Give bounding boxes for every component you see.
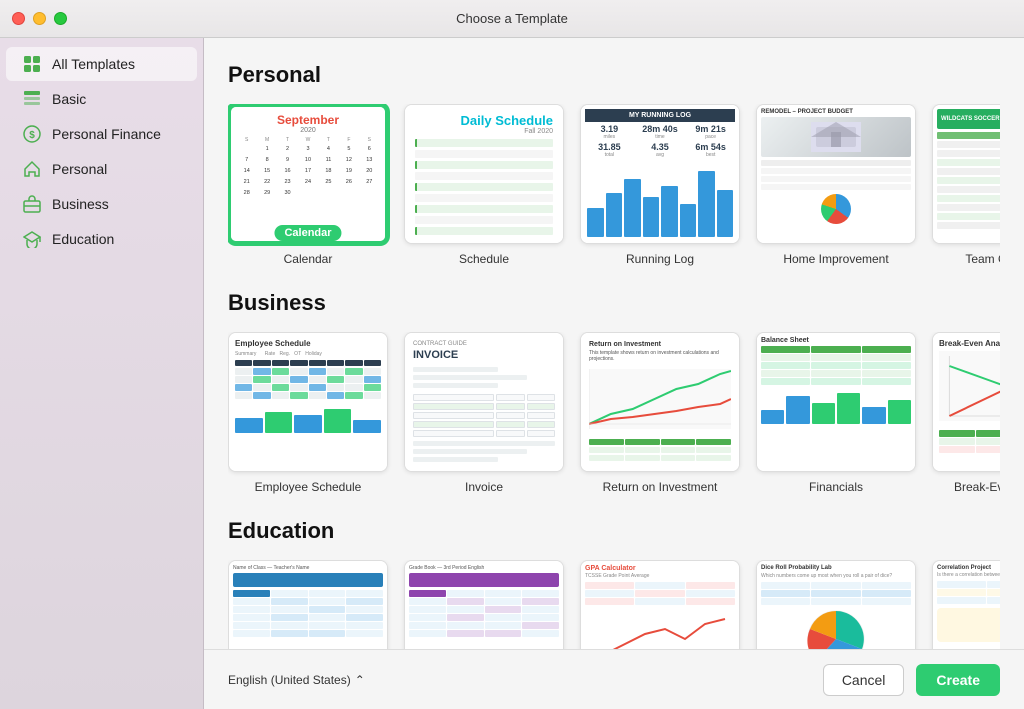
template-thumb-home-improvement[interactable]: REMODEL – PROJECT BUDGET <box>756 104 916 244</box>
schedule-preview-subtitle: Fall 2020 <box>409 128 559 135</box>
schedule-preview-title: Daily Schedule <box>409 109 559 128</box>
schedule-line <box>415 139 553 147</box>
template-thumb-calendar[interactable]: September 2020 S M T W T F S <box>228 104 388 244</box>
maximize-button[interactable] <box>54 12 67 25</box>
titlebar: Choose a Template <box>0 0 1024 38</box>
template-thumb-invoice[interactable]: CONTRACT GUIDE INVOICE <box>404 332 564 472</box>
template-home-improvement[interactable]: REMODEL – PROJECT BUDGET <box>756 104 916 266</box>
footer: English (United States) ⌃ Cancel Create <box>204 649 1024 709</box>
home-icon <box>22 159 42 179</box>
create-button[interactable]: Create <box>916 664 1000 696</box>
schedule-line-gray <box>415 194 553 202</box>
running-log-label: Running Log <box>626 252 694 266</box>
sidebar-label-all-templates: All Templates <box>52 56 135 72</box>
schedule-line-gray <box>415 150 553 158</box>
template-thumb-financials[interactable]: Balance Sheet <box>756 332 916 472</box>
home-image <box>761 117 911 157</box>
sidebar-label-business: Business <box>52 196 109 212</box>
template-thumb-employee-schedule[interactable]: Employee Schedule Summary Rate Reg. OT H… <box>228 332 388 472</box>
personal-section-title: Personal <box>228 62 1000 88</box>
calendar-label: Calendar <box>284 252 333 266</box>
schedule-line <box>415 161 553 169</box>
roi-label: Return on Investment <box>603 480 718 494</box>
break-even-label: Break-Even Analysi… <box>954 480 1000 494</box>
schedule-line-gray <box>415 172 553 180</box>
calendar-year: 2020 <box>237 127 379 134</box>
personal-section: Personal September 2020 S M T W <box>228 62 1000 266</box>
cancel-button[interactable]: Cancel <box>823 664 905 696</box>
business-section: Business Employee Schedule Summary Rate … <box>228 290 1000 494</box>
calendar-badge: Calendar <box>274 225 341 241</box>
home-pie-chart <box>821 194 851 224</box>
table-icon <box>22 89 42 109</box>
running-header: MY RUNNING LOG <box>585 109 735 122</box>
language-selector[interactable]: English (United States) ⌃ <box>228 673 365 687</box>
schedule-line-gray <box>415 216 553 224</box>
sidebar-item-all-templates[interactable]: All Templates <box>6 47 197 81</box>
graduation-icon <box>22 229 42 249</box>
template-calendar[interactable]: September 2020 S M T W T F S <box>228 104 388 266</box>
template-thumb-schedule[interactable]: Daily Schedule Fall 2020 <box>404 104 564 244</box>
sidebar-item-personal-finance[interactable]: $ Personal Finance <box>6 117 197 151</box>
invoice-preview-title: INVOICE <box>413 349 555 361</box>
template-employee-schedule[interactable]: Employee Schedule Summary Rate Reg. OT H… <box>228 332 388 494</box>
sidebar-label-basic: Basic <box>52 91 86 107</box>
template-financials[interactable]: Balance Sheet <box>756 332 916 494</box>
template-team-organizer[interactable]: WILDCATS SOCCER <box>932 104 1000 266</box>
template-running-log[interactable]: MY RUNNING LOG 3.19 miles 28m 40s time <box>580 104 740 266</box>
language-chevron-icon: ⌃ <box>355 673 365 687</box>
template-roi[interactable]: Return on Investment This template shows… <box>580 332 740 494</box>
calendar-month: September <box>237 113 379 127</box>
financials-label: Financials <box>809 480 863 494</box>
education-section-title: Education <box>228 518 1000 544</box>
window-title: Choose a Template <box>456 11 568 26</box>
sidebar-item-basic[interactable]: Basic <box>6 82 197 116</box>
team-organizer-label: Team Organiza… <box>965 252 1000 266</box>
sidebar-label-education: Education <box>52 231 114 247</box>
schedule-line <box>415 205 553 213</box>
content-area: Personal September 2020 S M T W <box>204 38 1024 709</box>
minimize-button[interactable] <box>33 12 46 25</box>
sidebar-label-personal-finance: Personal Finance <box>52 126 161 142</box>
business-templates-row: Employee Schedule Summary Rate Reg. OT H… <box>228 332 1000 494</box>
grid-icon <box>22 54 42 74</box>
svg-text:$: $ <box>29 130 35 141</box>
employee-schedule-label: Employee Schedule <box>255 480 362 494</box>
template-invoice[interactable]: CONTRACT GUIDE INVOICE <box>404 332 564 494</box>
sidebar: All Templates Basic $ Personal Finance <box>0 38 204 709</box>
main-layout: All Templates Basic $ Personal Finance <box>0 38 1024 709</box>
sidebar-item-personal[interactable]: Personal <box>6 152 197 186</box>
template-thumb-roi[interactable]: Return on Investment This template shows… <box>580 332 740 472</box>
window-controls <box>12 12 67 25</box>
business-section-title: Business <box>228 290 1000 316</box>
emp-title: Employee Schedule <box>235 339 381 348</box>
template-thumb-team-organizer[interactable]: WILDCATS SOCCER <box>932 104 1000 244</box>
briefcase-icon <box>22 194 42 214</box>
home-improvement-label: Home Improvement <box>783 252 888 266</box>
personal-templates-row: September 2020 S M T W T F S <box>228 104 1000 266</box>
money-icon: $ <box>22 124 42 144</box>
template-schedule[interactable]: Daily Schedule Fall 2020 <box>404 104 564 266</box>
sidebar-item-education[interactable]: Education <box>6 222 197 256</box>
close-button[interactable] <box>12 12 25 25</box>
sidebar-label-personal: Personal <box>52 161 107 177</box>
schedule-line <box>415 227 553 235</box>
template-break-even[interactable]: Break-Even Analysis break-even <box>932 332 1000 494</box>
schedule-line <box>415 183 553 191</box>
template-thumb-break-even[interactable]: Break-Even Analysis break-even <box>932 332 1000 472</box>
language-label: English (United States) <box>228 673 351 687</box>
schedule-label: Schedule <box>459 252 509 266</box>
template-thumb-running-log[interactable]: MY RUNNING LOG 3.19 miles 28m 40s time <box>580 104 740 244</box>
invoice-label: Invoice <box>465 480 503 494</box>
footer-buttons: Cancel Create <box>823 664 1000 696</box>
sidebar-item-business[interactable]: Business <box>6 187 197 221</box>
